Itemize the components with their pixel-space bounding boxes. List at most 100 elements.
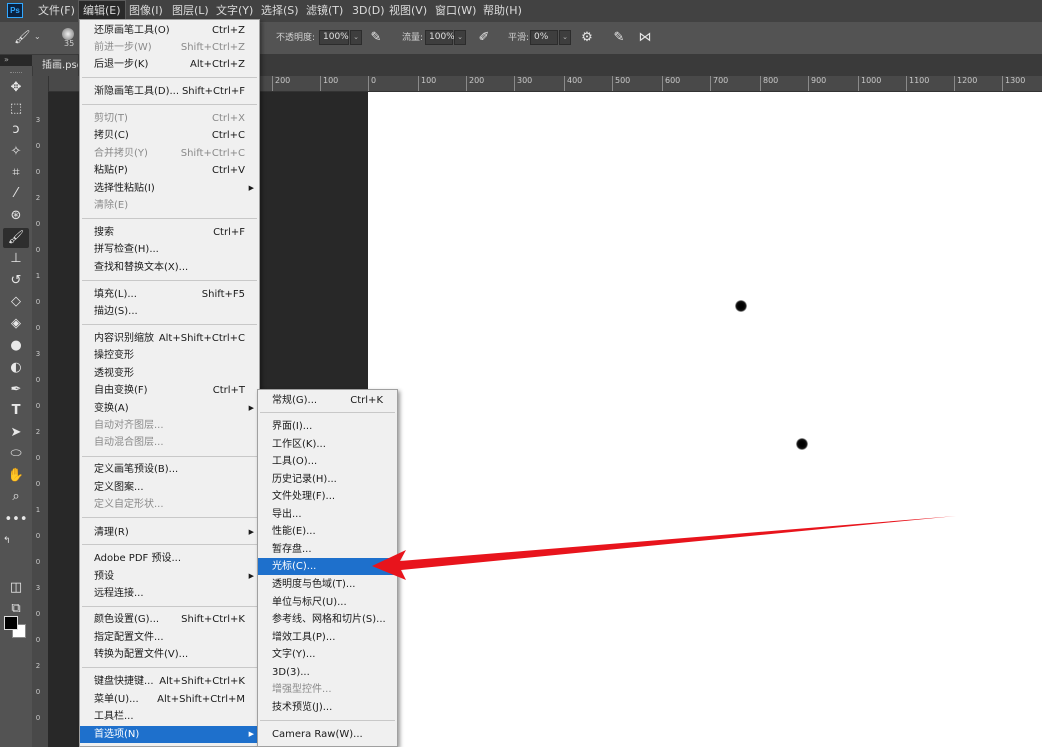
dodge-tool-icon[interactable]: ◐ [3, 358, 29, 378]
menu-item-step-forward[interactable]: 前进一步(W) Shift+Ctrl+Z [80, 39, 259, 56]
crop-tool-icon[interactable]: ⌗ [3, 163, 29, 183]
menu-item-paste[interactable]: 粘贴(P) Ctrl+V [80, 162, 259, 179]
magic-wand-icon[interactable]: ✧ [3, 142, 29, 162]
menu-item-transform[interactable]: 变换(A) ▶ [80, 400, 259, 417]
menu-item-purge[interactable]: 清理(R) ▶ [80, 524, 259, 541]
brush-tool-icon[interactable]: 🖌 [3, 228, 29, 248]
pref-item-enhanced-controls[interactable]: 增强型控件... [258, 681, 397, 698]
menu-item-perspective-warp[interactable]: 透视变形 [80, 365, 259, 382]
menu-item-menus[interactable]: 菜单(U)... Alt+Shift+Ctrl+M [80, 691, 259, 708]
menu-item-cut[interactable]: 剪切(T) Ctrl+X [80, 110, 259, 127]
pref-item-tools[interactable]: 工具(O)... [258, 453, 397, 470]
opacity-input[interactable]: 100% [319, 30, 349, 45]
menu-item-preferences[interactable]: 首选项(N) ▶ [80, 726, 259, 743]
menu-item-free-transform[interactable]: 自由变换(F) Ctrl+T [80, 382, 259, 399]
menu-item-undo[interactable]: 还原画笔工具(O) Ctrl+Z [80, 22, 259, 39]
menu-item-paste-special[interactable]: 选择性粘贴(I) ▶ [80, 180, 259, 197]
pref-item-type[interactable]: 文字(Y)... [258, 646, 397, 663]
pen-tool-icon[interactable]: ✒ [3, 380, 29, 400]
toolbar-grip[interactable] [10, 72, 22, 75]
type-tool-icon[interactable]: T [3, 401, 29, 421]
pref-item-history[interactable]: 历史记录(H)... [258, 471, 397, 488]
marquee-tool-icon[interactable]: ⬚ [3, 99, 29, 119]
blur-tool-icon[interactable]: ● [3, 336, 29, 356]
document-tab[interactable]: 插画.psd [32, 55, 78, 76]
history-brush-icon[interactable]: ↺ [3, 271, 29, 291]
smoothing-dropdown[interactable]: ⌄ [559, 30, 571, 45]
menu-item-remote-connections[interactable]: 远程连接... [80, 585, 259, 602]
hand-tool-icon[interactable]: ✋ [3, 466, 29, 486]
menu-item-color-settings[interactable]: 颜色设置(G)... Shift+Ctrl+K [80, 611, 259, 628]
pref-item-guides[interactable]: 参考线、网格和切片(S)... [258, 611, 397, 628]
collapse-panel-icon[interactable]: » [0, 55, 36, 65]
move-tool-icon[interactable]: ✥ [3, 78, 29, 98]
menu-file[interactable]: 文件(F) [34, 0, 79, 22]
pref-item-camera-raw[interactable]: Camera Raw(W)... [258, 726, 397, 743]
menu-item-spell-check[interactable]: 拼写检查(H)... [80, 241, 259, 258]
clone-stamp-icon[interactable]: ⊥ [3, 249, 29, 269]
menu-item-pdf-presets[interactable]: Adobe PDF 预设... [80, 550, 259, 567]
healing-brush-icon[interactable]: ⊛ [3, 206, 29, 226]
symmetry-icon[interactable]: ⋈ [637, 30, 653, 46]
pref-item-units-rulers[interactable]: 单位与标尺(U)... [258, 594, 397, 611]
flow-input[interactable]: 100% [425, 30, 455, 45]
menu-window[interactable]: 窗口(W) [431, 0, 480, 22]
smoothing-input[interactable]: 0% [530, 30, 558, 45]
menu-item-step-backward[interactable]: 后退一步(K) Alt+Ctrl+Z [80, 56, 259, 73]
eraser-icon[interactable]: ◇ [3, 292, 29, 312]
menu-item-content-aware-scale[interactable]: 内容识别缩放 Alt+Shift+Ctrl+C [80, 330, 259, 347]
pref-item-file-handling[interactable]: 文件处理(F)... [258, 488, 397, 505]
pref-item-tech-previews[interactable]: 技术预览(J)... [258, 699, 397, 716]
menu-item-puppet-warp[interactable]: 操控变形 [80, 347, 259, 364]
menu-filter[interactable]: 滤镜(T) [302, 0, 347, 22]
menu-help[interactable]: 帮助(H) [479, 0, 526, 22]
menu-item-define-brush[interactable]: 定义画笔预设(B)... [80, 461, 259, 478]
pref-item-cursors[interactable]: 光标(C)... [258, 558, 397, 575]
menu-view[interactable]: 视图(V) [385, 0, 431, 22]
pref-item-interface[interactable]: 界面(I)... [258, 418, 397, 435]
document-canvas[interactable] [368, 92, 1042, 747]
pref-item-general[interactable]: 常规(G)... Ctrl+K [258, 392, 397, 409]
menu-item-auto-blend[interactable]: 自动混合图层... [80, 434, 259, 451]
pressure-size-icon[interactable]: ✎ [611, 30, 627, 46]
pref-item-workspace[interactable]: 工作区(K)... [258, 436, 397, 453]
path-select-icon[interactable]: ➤ [3, 423, 29, 443]
menu-item-fade[interactable]: 渐隐画笔工具(D)... Shift+Ctrl+F [80, 83, 259, 100]
foreground-color-swatch[interactable] [4, 616, 18, 630]
zoom-tool-icon[interactable]: ⌕ [3, 487, 29, 507]
opacity-dropdown[interactable]: ⌄ [350, 30, 362, 45]
menu-item-toolbar[interactable]: 工具栏... [80, 708, 259, 725]
flow-dropdown[interactable]: ⌄ [454, 30, 466, 45]
tool-preset-dropdown[interactable]: ⌄ [34, 28, 41, 46]
pref-item-scratch-disks[interactable]: 暂存盘... [258, 541, 397, 558]
menu-item-search[interactable]: 搜索 Ctrl+F [80, 224, 259, 241]
menu-3d[interactable]: 3D(D) [348, 0, 389, 22]
menu-item-copy-merged[interactable]: 合并拷贝(Y) Shift+Ctrl+C [80, 145, 259, 162]
menu-item-clear[interactable]: 清除(E) [80, 197, 259, 214]
menu-select[interactable]: 选择(S) [257, 0, 303, 22]
lasso-tool-icon[interactable]: ↄ [3, 120, 29, 140]
eyedropper-icon[interactable]: ⁄ [3, 184, 29, 204]
pref-item-transparency[interactable]: 透明度与色域(T)... [258, 576, 397, 593]
shape-tool-icon[interactable]: ⬭ [3, 444, 29, 464]
quick-mask-icon[interactable]: ◫ [3, 578, 29, 598]
menu-item-presets[interactable]: 预设 ▶ [80, 568, 259, 585]
swap-colors-icon[interactable]: ↰ [3, 531, 29, 551]
pref-item-plugins[interactable]: 增效工具(P)... [258, 629, 397, 646]
pref-item-performance[interactable]: 性能(E)... [258, 523, 397, 540]
menu-item-auto-align[interactable]: 自动对齐图层... [80, 417, 259, 434]
menu-item-convert-profile[interactable]: 转换为配置文件(V)... [80, 646, 259, 663]
menu-item-find-replace[interactable]: 查找和替换文本(X)... [80, 259, 259, 276]
menu-item-assign-profile[interactable]: 指定配置文件... [80, 629, 259, 646]
pressure-opacity-icon[interactable]: ✎ [368, 30, 384, 46]
brush-tool-icon[interactable]: 🖌 [14, 30, 31, 46]
pref-item-export[interactable]: 导出... [258, 506, 397, 523]
pref-item-3d[interactable]: 3D(3)... [258, 664, 397, 681]
menu-item-fill[interactable]: 填充(L)... Shift+F5 [80, 286, 259, 303]
menu-item-define-pattern[interactable]: 定义图案... [80, 479, 259, 496]
menu-item-keyboard-shortcuts[interactable]: 键盘快捷键... Alt+Shift+Ctrl+K [80, 673, 259, 690]
menu-item-copy[interactable]: 拷贝(C) Ctrl+C [80, 127, 259, 144]
menu-item-define-shape[interactable]: 定义自定形状... [80, 496, 259, 513]
more-tools-icon[interactable]: ••• [3, 510, 29, 530]
airbrush-icon[interactable]: ✐ [476, 30, 492, 46]
